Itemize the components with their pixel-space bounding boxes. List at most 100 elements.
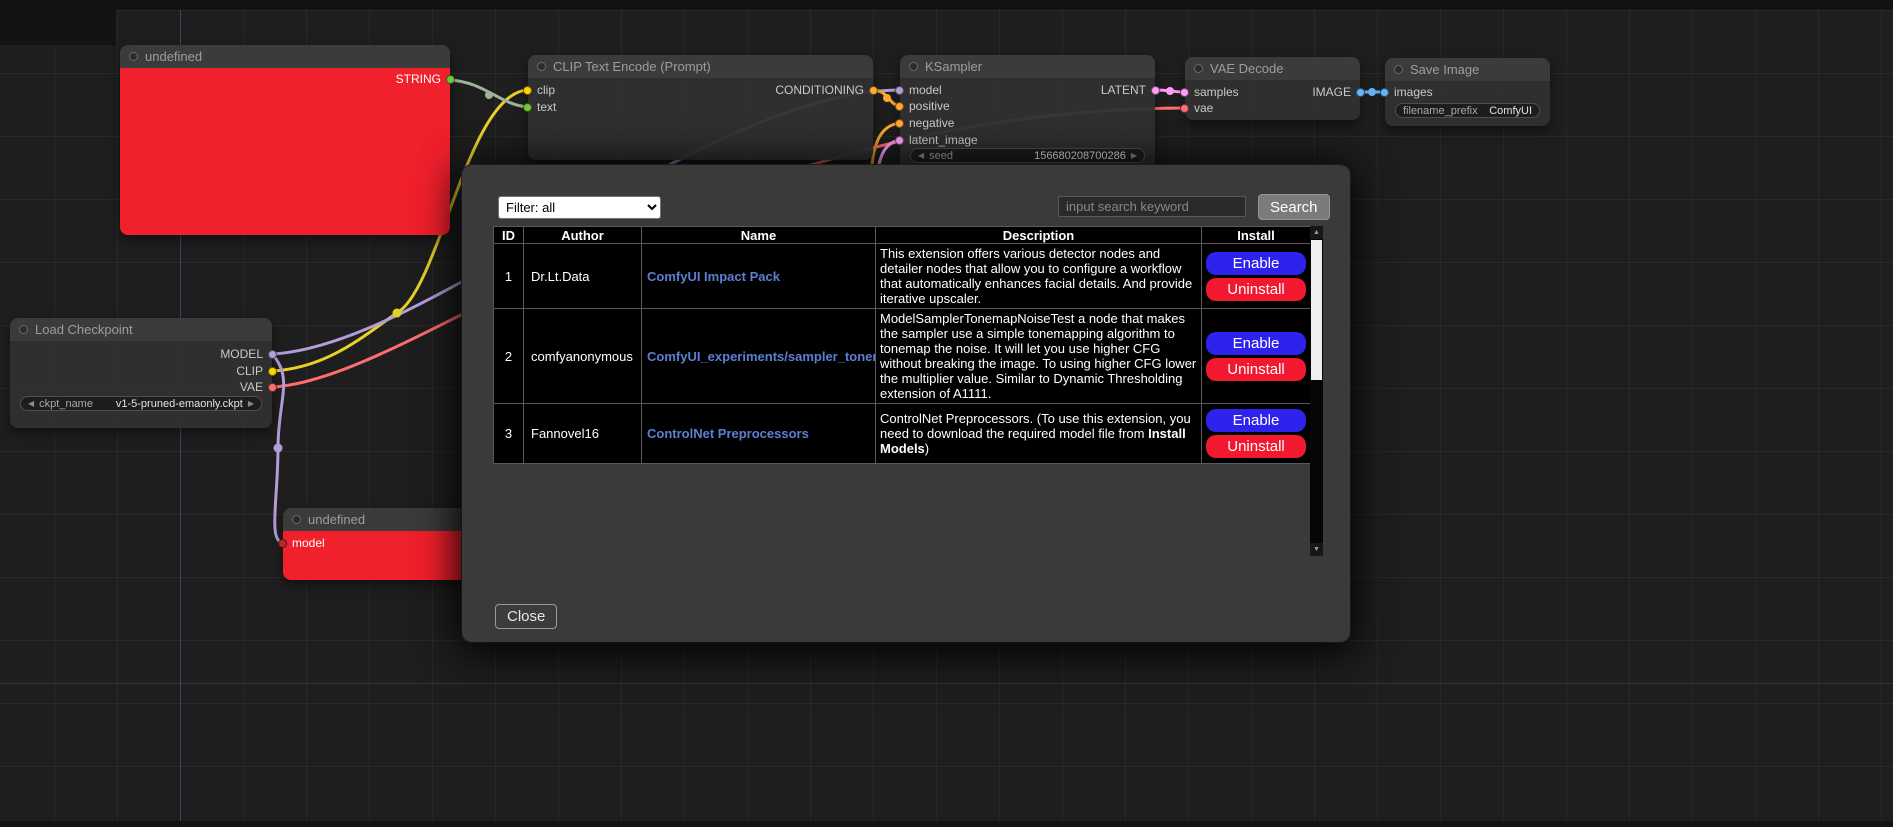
header-description: Description <box>876 227 1202 244</box>
previous-arrow-icon[interactable]: ◀ <box>28 400 34 408</box>
slot-dot-icon[interactable] <box>446 75 455 84</box>
collapse-dot-icon[interactable] <box>19 325 28 334</box>
slot-label: latent_image <box>909 133 978 147</box>
node-undefined-top[interactable]: undefined STRING <box>120 45 450 235</box>
seed-widget[interactable]: ◀ seed 156680208700286 ▶ <box>910 148 1145 163</box>
input-slot-negative[interactable]: negative <box>895 116 954 130</box>
slot-dot-icon[interactable] <box>523 103 532 112</box>
slot-dot-icon[interactable] <box>895 102 904 111</box>
collapse-dot-icon[interactable] <box>129 52 138 61</box>
node-vae-decode[interactable]: VAE Decode samples vae IMAGE <box>1185 57 1360 120</box>
slot-label: text <box>537 100 556 114</box>
slot-dot-icon[interactable] <box>895 136 904 145</box>
search-button[interactable]: Search <box>1258 194 1330 220</box>
extension-link[interactable]: ComfyUI Impact Pack <box>647 269 780 284</box>
enable-button[interactable]: Enable <box>1206 409 1306 432</box>
slot-label: VAE <box>240 380 263 394</box>
extension-link[interactable]: ComfyUI_experiments/sampler_tonemap <box>647 349 876 364</box>
ckpt-name-widget[interactable]: ◀ ckpt_name v1-5-pruned-emaonly.ckpt ▶ <box>20 396 262 411</box>
slot-dot-icon[interactable] <box>278 539 287 548</box>
decrement-arrow-icon[interactable]: ◀ <box>918 152 924 160</box>
uninstall-button[interactable]: Uninstall <box>1206 278 1306 301</box>
output-slot-vae[interactable]: VAE <box>240 380 277 394</box>
uninstall-button[interactable]: Uninstall <box>1206 358 1306 381</box>
collapse-dot-icon[interactable] <box>292 515 301 524</box>
input-slot-samples[interactable]: samples <box>1180 85 1239 99</box>
header-install: Install <box>1202 227 1311 244</box>
input-slot-text[interactable]: text <box>523 100 556 114</box>
widget-value: 156680208700286 <box>1034 150 1126 162</box>
slot-dot-icon[interactable] <box>268 383 277 392</box>
node-title-bar[interactable]: undefined <box>283 508 468 531</box>
input-slot-positive[interactable]: positive <box>895 99 950 113</box>
node-load-checkpoint[interactable]: Load Checkpoint MODEL CLIP VAE ◀ ckpt_na… <box>10 318 272 428</box>
table-row: 3 Fannovel16 ControlNet Preprocessors Co… <box>494 404 1311 464</box>
input-slot-clip[interactable]: clip <box>523 83 555 97</box>
input-slot-model[interactable]: model <box>895 83 942 97</box>
node-title-bar[interactable]: CLIP Text Encode (Prompt) <box>528 55 873 78</box>
slot-dot-icon[interactable] <box>1180 104 1189 113</box>
node-title-bar[interactable]: Load Checkpoint <box>10 318 272 341</box>
slot-dot-icon[interactable] <box>268 367 277 376</box>
collapse-dot-icon[interactable] <box>537 62 546 71</box>
next-arrow-icon[interactable]: ▶ <box>248 400 254 408</box>
node-save-image[interactable]: Save Image images filename_prefix ComfyU… <box>1385 58 1550 126</box>
scroll-up-icon[interactable]: ▲ <box>1310 226 1323 239</box>
table-header-row: ID Author Name Description Install <box>494 227 1311 244</box>
extension-link[interactable]: ControlNet Preprocessors <box>647 426 809 441</box>
scroll-down-icon[interactable]: ▼ <box>1310 543 1323 556</box>
node-title-bar[interactable]: KSampler <box>900 55 1155 78</box>
filename-prefix-widget[interactable]: filename_prefix ComfyUI <box>1395 103 1540 118</box>
cell-description: ModelSamplerTonemapNoiseTest a node that… <box>876 309 1202 404</box>
search-input[interactable] <box>1058 196 1246 217</box>
scrollbar-thumb[interactable] <box>1311 240 1322 380</box>
node-title: Load Checkpoint <box>35 322 133 337</box>
node-undefined-bottom[interactable]: undefined model <box>283 508 468 580</box>
node-title-bar[interactable]: undefined <box>120 45 450 68</box>
node-ksampler[interactable]: KSampler model positive negative latent_… <box>900 55 1155 175</box>
cell-id: 3 <box>494 404 524 464</box>
table-row: 2 comfyanonymous ComfyUI_experiments/sam… <box>494 309 1311 404</box>
slot-dot-icon[interactable] <box>895 86 904 95</box>
slot-dot-icon[interactable] <box>869 86 878 95</box>
slot-label: images <box>1394 85 1433 99</box>
output-slot-image[interactable]: IMAGE <box>1312 85 1365 99</box>
output-slot-model[interactable]: MODEL <box>220 347 277 361</box>
enable-button[interactable]: Enable <box>1206 332 1306 355</box>
input-slot-model[interactable]: model <box>278 536 325 550</box>
increment-arrow-icon[interactable]: ▶ <box>1131 152 1137 160</box>
header-id: ID <box>494 227 524 244</box>
collapse-dot-icon[interactable] <box>909 62 918 71</box>
output-slot-string[interactable]: STRING <box>396 72 455 86</box>
input-slot-vae[interactable]: vae <box>1180 101 1213 115</box>
filter-select[interactable]: Filter: all <box>498 196 661 219</box>
cell-description: ControlNet Preprocessors. (To use this e… <box>876 404 1202 464</box>
node-title-bar[interactable]: VAE Decode <box>1185 57 1360 80</box>
slot-dot-icon[interactable] <box>1180 88 1189 97</box>
node-title-bar[interactable]: Save Image <box>1385 58 1550 81</box>
input-slot-images[interactable]: images <box>1380 85 1433 99</box>
input-slot-latent-image[interactable]: latent_image <box>895 133 978 147</box>
header-author: Author <box>524 227 642 244</box>
collapse-dot-icon[interactable] <box>1394 65 1403 74</box>
output-slot-conditioning[interactable]: CONDITIONING <box>775 83 878 97</box>
slot-dot-icon[interactable] <box>1380 88 1389 97</box>
enable-button[interactable]: Enable <box>1206 252 1306 275</box>
uninstall-button[interactable]: Uninstall <box>1206 435 1306 458</box>
slot-dot-icon[interactable] <box>1356 88 1365 97</box>
close-button[interactable]: Close <box>495 604 557 629</box>
node-title: KSampler <box>925 59 982 74</box>
slot-dot-icon[interactable] <box>523 86 532 95</box>
cell-install: Enable Uninstall <box>1202 244 1311 309</box>
output-slot-latent[interactable]: LATENT <box>1101 83 1160 97</box>
slot-dot-icon[interactable] <box>895 119 904 128</box>
widget-label: seed <box>929 150 953 162</box>
table-scrollbar[interactable]: ▲ ▼ <box>1310 226 1323 556</box>
output-slot-clip[interactable]: CLIP <box>236 364 277 378</box>
node-clip-text-encode[interactable]: CLIP Text Encode (Prompt) clip text COND… <box>528 55 873 160</box>
slot-dot-icon[interactable] <box>1151 86 1160 95</box>
slot-dot-icon[interactable] <box>268 350 277 359</box>
collapse-dot-icon[interactable] <box>1194 64 1203 73</box>
node-title: VAE Decode <box>1210 61 1283 76</box>
slot-label: samples <box>1194 85 1239 99</box>
